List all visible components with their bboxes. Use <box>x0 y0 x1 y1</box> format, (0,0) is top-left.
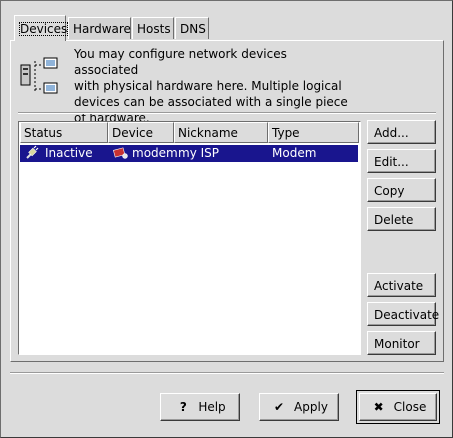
tab-dns-label: DNS <box>180 22 206 36</box>
tab-dns[interactable]: DNS <box>175 17 209 39</box>
tab-hardware[interactable]: Hardware <box>68 17 131 39</box>
tab-hosts[interactable]: Hosts <box>132 17 174 39</box>
devices-tab-panel <box>10 40 444 362</box>
tab-devices-label: Devices <box>19 22 69 36</box>
tab-devices[interactable]: Devices <box>14 15 69 41</box>
tab-hosts-label: Hosts <box>137 22 171 36</box>
close-icon: ✖ <box>373 400 384 414</box>
tab-hardware-label: Hardware <box>73 22 131 36</box>
help-button-label: Help <box>198 400 226 414</box>
help-button[interactable]: ? Help <box>160 393 240 421</box>
apply-button-label: Apply <box>294 400 328 414</box>
apply-button[interactable]: ✔ Apply <box>259 393 339 421</box>
checkmark-icon: ✔ <box>274 400 285 414</box>
help-icon: ? <box>179 400 187 414</box>
close-button-label: Close <box>393 400 427 414</box>
close-button[interactable]: ✖ Close <box>359 393 437 421</box>
separator <box>10 372 444 374</box>
network-configuration-window: Devices Hardware Hosts DNS You may confi… <box>0 0 453 438</box>
